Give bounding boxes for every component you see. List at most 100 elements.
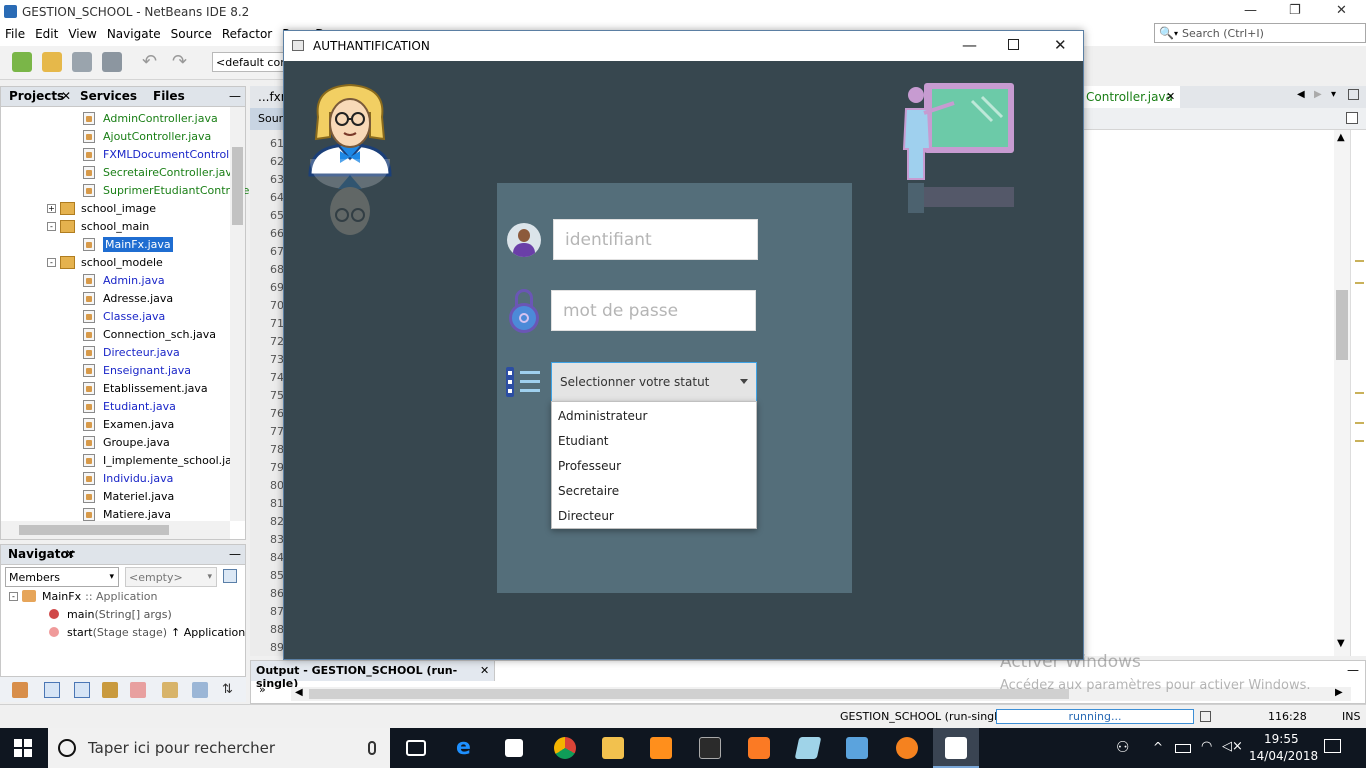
navigator-item-start[interactable]: start (Stage stage) ↑ Application bbox=[49, 623, 245, 641]
store-icon[interactable] bbox=[505, 739, 523, 757]
tree-item[interactable]: FXMLDocumentController. bbox=[83, 145, 246, 163]
tree-vscroll[interactable] bbox=[230, 107, 245, 521]
tree-item[interactable]: SuprimerEtudiantControlle bbox=[83, 181, 249, 199]
tree-item[interactable]: SecretaireController.java bbox=[83, 163, 239, 181]
navigator-minimize-icon[interactable]: — bbox=[229, 547, 241, 561]
tab-scroll-right-icon[interactable]: ▶ bbox=[1314, 89, 1322, 100]
tree-expand-icon[interactable]: - bbox=[47, 221, 56, 231]
navigator-root[interactable]: - MainFx :: Application bbox=[9, 587, 157, 605]
scroll-up-icon[interactable]: ▲ bbox=[1337, 132, 1345, 143]
tree-hscroll[interactable] bbox=[1, 521, 230, 539]
menu-item[interactable]: View bbox=[63, 24, 101, 44]
tree-expand-icon[interactable]: - bbox=[47, 257, 56, 267]
ide-restore-icon[interactable]: ❐ bbox=[1289, 3, 1301, 18]
status-option-directeur[interactable]: Directeur bbox=[558, 509, 614, 523]
menu-item[interactable]: Edit bbox=[30, 24, 63, 44]
navigator-collapse-icon[interactable]: - bbox=[9, 591, 18, 601]
panel-minimize-icon[interactable]: — bbox=[229, 89, 241, 103]
new-file-icon[interactable] bbox=[12, 52, 32, 72]
tree-item[interactable]: Groupe.java bbox=[83, 433, 170, 451]
taskbar-search-box[interactable]: Taper ici pour rechercher bbox=[48, 728, 390, 768]
tab-services[interactable]: Services bbox=[80, 89, 137, 103]
tree-item[interactable]: Directeur.java bbox=[83, 343, 180, 361]
editor-vscroll-thumb[interactable] bbox=[1336, 290, 1348, 360]
tree-vscroll-thumb[interactable] bbox=[232, 147, 243, 225]
dialog-maximize-icon[interactable] bbox=[1008, 39, 1019, 50]
navigator-item-main[interactable]: main (String[] args) bbox=[49, 605, 172, 623]
windows-start-icon[interactable] bbox=[14, 739, 32, 757]
wifi-icon[interactable]: ◠ bbox=[1201, 739, 1212, 754]
ide-minimize-icon[interactable]: — bbox=[1244, 3, 1257, 18]
editor-source-tab[interactable]: Sour bbox=[250, 108, 284, 130]
tree-item[interactable]: Individu.java bbox=[83, 469, 173, 487]
menu-item[interactable]: Refactor bbox=[217, 24, 277, 44]
tree-item[interactable]: - school_modele bbox=[47, 253, 163, 271]
ide-search-box[interactable]: 🔍 ▾ Search (Ctrl+I) bbox=[1154, 23, 1366, 43]
tree-item[interactable]: Examen.java bbox=[83, 415, 174, 433]
people-icon[interactable]: ⚇ bbox=[1116, 738, 1129, 756]
tab-projects[interactable]: Projects bbox=[9, 89, 64, 103]
tree-item[interactable]: Classe.java bbox=[83, 307, 165, 325]
edge-icon[interactable]: e bbox=[456, 737, 478, 759]
xampp-icon[interactable] bbox=[748, 737, 770, 759]
nav-tool-icon[interactable] bbox=[12, 682, 28, 698]
tree-item[interactable]: + school_image bbox=[47, 199, 156, 217]
scroll-down-icon[interactable]: ▼ bbox=[1337, 638, 1345, 649]
notifications-icon[interactable] bbox=[1324, 739, 1341, 753]
menu-item[interactable]: Source bbox=[166, 24, 217, 44]
tab-list-icon[interactable]: ▾ bbox=[1331, 89, 1336, 100]
tray-expand-icon[interactable]: ^ bbox=[1153, 740, 1163, 754]
cancel-task-icon[interactable] bbox=[1200, 711, 1211, 722]
username-input[interactable]: identifiant bbox=[553, 219, 758, 260]
file-explorer-icon[interactable] bbox=[602, 737, 624, 759]
tree-item[interactable]: Connection_sch.java bbox=[83, 325, 216, 343]
tree-item[interactable]: I_implemente_school.java bbox=[83, 451, 245, 469]
status-option-secretaire[interactable]: Secretaire bbox=[558, 484, 619, 498]
sublime-text-icon[interactable] bbox=[650, 737, 672, 759]
scroll-left-icon[interactable]: ◀ bbox=[295, 687, 303, 698]
dialog-close-icon[interactable]: ✕ bbox=[1054, 36, 1067, 54]
tab-scroll-left-icon[interactable]: ◀ bbox=[1297, 89, 1305, 100]
chrome-icon[interactable] bbox=[554, 737, 576, 759]
open-project-icon[interactable] bbox=[72, 52, 92, 72]
microphone-icon[interactable] bbox=[368, 741, 376, 755]
editor-vscroll[interactable]: ▲ ▼ bbox=[1334, 130, 1350, 656]
members-combo[interactable]: Members ▾ bbox=[5, 567, 119, 587]
virtualbox-icon[interactable] bbox=[846, 737, 868, 759]
status-option-etudiant[interactable]: Etudiant bbox=[558, 434, 609, 448]
dialog-minimize-icon[interactable]: — bbox=[962, 36, 977, 54]
app-icon[interactable] bbox=[794, 737, 822, 759]
tree-item[interactable]: - school_main bbox=[47, 217, 149, 235]
java-app-task[interactable] bbox=[933, 728, 979, 768]
status-combo[interactable]: Selectionner votre statut bbox=[551, 362, 757, 402]
output-tab[interactable]: Output - GESTION_SCHOOL (run-single) bbox=[251, 661, 495, 690]
nav-tool-icon[interactable] bbox=[74, 682, 90, 698]
volume-icon[interactable]: ◁× bbox=[1222, 739, 1243, 754]
app-icon[interactable] bbox=[896, 737, 918, 759]
sort-icon[interactable] bbox=[192, 682, 208, 698]
redo-icon[interactable]: ↷ bbox=[172, 52, 192, 72]
tab-navigator-close-icon[interactable]: ✕ bbox=[65, 547, 75, 561]
clock-date[interactable]: 14/04/2018 bbox=[1249, 749, 1318, 763]
output-hscroll-thumb[interactable] bbox=[309, 689, 1069, 699]
editor-tab-close-icon[interactable]: ✕ bbox=[1166, 90, 1175, 103]
menu-item[interactable]: File bbox=[0, 24, 30, 44]
save-all-icon[interactable] bbox=[102, 52, 122, 72]
nav-tool-icon[interactable] bbox=[102, 682, 118, 698]
search-dropdown-icon[interactable]: ▾ bbox=[1174, 29, 1178, 38]
nav-tool-icon[interactable] bbox=[162, 682, 178, 698]
clock-time[interactable]: 19:55 bbox=[1264, 732, 1299, 746]
tree-item[interactable]: Adresse.java bbox=[83, 289, 173, 307]
tab-projects-close-icon[interactable]: ✕ bbox=[61, 89, 71, 103]
tree-expand-icon[interactable]: + bbox=[47, 203, 56, 213]
tab-files[interactable]: Files bbox=[153, 89, 185, 103]
terminal-icon[interactable] bbox=[699, 737, 721, 759]
tree-item[interactable]: Admin.java bbox=[83, 271, 165, 289]
editor-maximize-icon[interactable] bbox=[1348, 89, 1359, 100]
tree-item[interactable]: AjoutController.java bbox=[83, 127, 211, 145]
sort-icon[interactable]: ⇅ bbox=[222, 682, 238, 698]
scroll-right-icon[interactable]: ▶ bbox=[1335, 687, 1343, 698]
navigator-options-icon[interactable] bbox=[223, 569, 237, 583]
battery-icon[interactable] bbox=[1175, 744, 1191, 753]
tree-item[interactable]: Enseignant.java bbox=[83, 361, 191, 379]
